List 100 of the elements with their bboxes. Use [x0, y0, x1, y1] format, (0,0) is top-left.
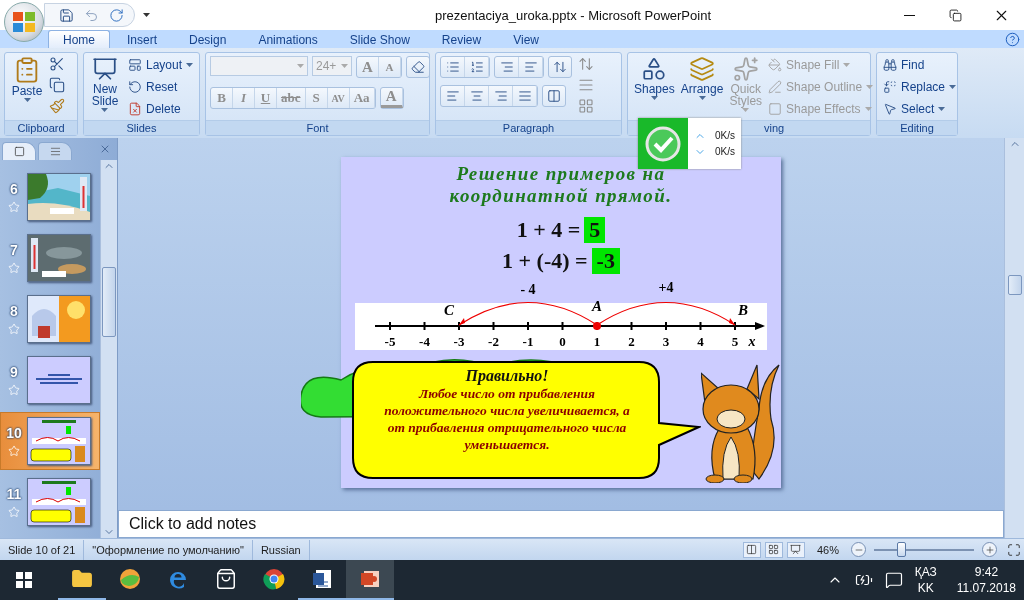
undo-button[interactable]	[84, 7, 99, 23]
drawing-button[interactable]: Arrange	[678, 56, 726, 100]
new-slide-button[interactable]: New Slide	[88, 56, 122, 112]
shapes-icon	[641, 56, 668, 82]
clock-date[interactable]: 11.07.2018	[956, 580, 1016, 596]
caret-icon	[949, 85, 957, 89]
slide-thumbnail[interactable]	[27, 295, 91, 343]
group-label: Slides	[84, 120, 199, 135]
zoom-level: 46%	[816, 543, 839, 556]
text-direction-button[interactable]	[578, 56, 594, 72]
smartart-button[interactable]	[578, 98, 594, 114]
caret-icon	[698, 96, 706, 100]
slide-command-button[interactable]: Delete	[125, 100, 195, 118]
columns-button[interactable]	[542, 85, 566, 107]
close-pane-button[interactable]	[99, 143, 111, 155]
caret-icon	[866, 85, 874, 89]
redo-icon	[109, 7, 124, 23]
tick-mark	[423, 321, 426, 331]
slideshow-view-button[interactable]	[786, 541, 805, 558]
slide-number: 11	[6, 486, 22, 502]
paintbrush-icon	[49, 98, 65, 114]
slide-thumbnail[interactable]	[27, 234, 91, 282]
tick-label: 0	[559, 334, 566, 349]
caret-icon	[742, 108, 750, 112]
slide-thumbnail[interactable]	[27, 478, 91, 526]
scrollbar-thumb[interactable]	[102, 267, 116, 337]
slide-thumbnail[interactable]	[27, 173, 91, 221]
slide-title: Решение примеров на координатной прямой.	[448, 163, 674, 207]
animation-star-icon	[8, 445, 20, 457]
group-label: Paragraph	[436, 120, 621, 135]
cut-button[interactable]	[49, 56, 65, 72]
paste-button[interactable]: Paste	[9, 56, 45, 102]
line-spacing-button[interactable]	[548, 56, 572, 78]
slide-thumbnail[interactable]	[27, 417, 91, 465]
slides-tab[interactable]	[2, 142, 36, 160]
ribbon-tab[interactable]: Home	[48, 30, 110, 48]
vertical-scrollbar[interactable]	[1004, 138, 1024, 538]
tick-label: 2	[628, 334, 635, 349]
customize-button[interactable]	[143, 13, 150, 17]
format-painter-button[interactable]	[49, 98, 65, 114]
jump-label: +4	[658, 280, 674, 295]
sorter-view-button[interactable]	[764, 541, 783, 558]
tick-label: 1	[593, 334, 601, 349]
ribbon-tab[interactable]: Insert	[112, 30, 173, 48]
numbered-list-icon	[469, 60, 484, 74]
point-dot	[593, 322, 601, 330]
zoom-in-button[interactable]	[982, 542, 997, 557]
ribbon-tab[interactable]: Animations	[243, 30, 333, 48]
language: Russian	[252, 539, 310, 560]
taskbar-app-button[interactable]	[346, 560, 394, 600]
vertical-scrollbar[interactable]	[100, 160, 117, 538]
slide-command-button[interactable]: Reset	[125, 78, 195, 96]
ribbon-tab[interactable]: Design	[174, 30, 242, 48]
eraser-icon	[411, 60, 425, 74]
normal-view-button[interactable]	[742, 541, 761, 558]
redo-button[interactable]	[109, 7, 124, 23]
copy-button[interactable]	[49, 77, 65, 93]
notification-icon	[884, 571, 903, 589]
outline-tab[interactable]	[38, 142, 72, 160]
caret-icon	[23, 98, 31, 102]
bubble-heading: Правильно!	[465, 367, 549, 385]
slide-command-button[interactable]: Layout	[125, 56, 195, 74]
zoom-out-button[interactable]	[851, 542, 866, 557]
pointer-icon	[883, 102, 897, 116]
caret-icon	[650, 96, 658, 100]
axis-label: x	[748, 334, 756, 349]
clear-formatting-button[interactable]	[406, 56, 430, 78]
save-button[interactable]	[59, 7, 74, 23]
editing-button[interactable]: Select	[881, 100, 959, 118]
ribbon-tab[interactable]: View	[498, 30, 554, 48]
scrollbar-thumb[interactable]	[1007, 275, 1022, 295]
align-text-icon	[578, 77, 594, 93]
animation-star-icon	[8, 262, 20, 274]
slider-thumb[interactable]	[897, 541, 906, 557]
tick-label: -4	[419, 334, 430, 349]
clock-time[interactable]: 9:42	[974, 564, 999, 580]
point-label: A	[592, 298, 602, 314]
caret-icon	[938, 107, 946, 111]
drawing-button[interactable]: Shapes	[632, 56, 677, 100]
tick-mark	[458, 321, 460, 331]
line-spacing-icon	[553, 60, 567, 74]
ribbon-tab[interactable]: Review	[426, 30, 497, 48]
fit-window-button[interactable]	[1007, 542, 1021, 557]
slide-counter: Slide 10 of 21	[0, 539, 85, 560]
layers-icon	[689, 56, 716, 82]
keyboard-layout[interactable]: KK	[917, 580, 934, 596]
scissors-icon	[49, 56, 65, 72]
minimize-icon	[903, 14, 915, 16]
tick-label: -3	[453, 334, 465, 349]
bag-icon	[215, 568, 237, 590]
input-language[interactable]: ҚАЗ	[914, 564, 937, 580]
slide-thumbnail[interactable]	[27, 356, 91, 404]
notes-field[interactable]: Click to add notes	[118, 510, 1004, 538]
editing-button[interactable]: Replace	[881, 78, 959, 96]
tick-mark	[389, 321, 391, 331]
binoculars-icon	[883, 58, 897, 72]
help-button[interactable]	[1005, 31, 1020, 47]
ribbon-tab[interactable]: Slide Show	[334, 30, 425, 48]
align-text-button[interactable]	[578, 77, 594, 93]
editing-button[interactable]: Find	[881, 56, 959, 74]
